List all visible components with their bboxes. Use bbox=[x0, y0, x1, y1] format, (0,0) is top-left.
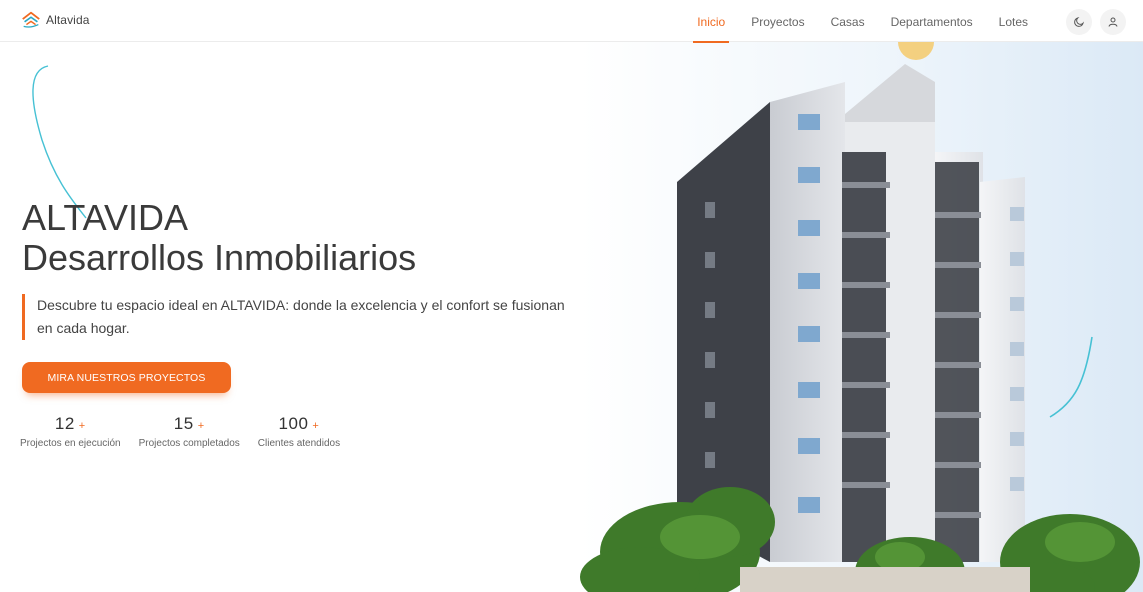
nav-item-departamentos[interactable]: Departamentos bbox=[878, 0, 986, 42]
nav-item-inicio[interactable]: Inicio bbox=[684, 0, 738, 43]
brand-name: Altavida bbox=[46, 13, 90, 27]
hero-title: ALTAVIDA Desarrollos Inmobiliarios bbox=[22, 198, 416, 278]
house-roof-icon bbox=[22, 11, 40, 28]
user-icon bbox=[1108, 17, 1118, 27]
main-nav: Inicio Proyectos Casas Departamentos Lot… bbox=[684, 0, 1041, 43]
nav-item-proyectos[interactable]: Proyectos bbox=[738, 0, 817, 42]
hero-title-line1: ALTAVIDA bbox=[22, 197, 189, 238]
stat-label: Projectos completados bbox=[138, 438, 240, 449]
top-navbar: Altavida Inicio Proyectos Casas Departam… bbox=[0, 0, 1143, 43]
hero-description: Descubre tu espacio ideal en ALTAVIDA: d… bbox=[22, 294, 582, 340]
stats-row: 12 + Projectos en ejecución 15 + Projectos… bbox=[20, 414, 358, 449]
see-projects-button[interactable]: MIRA NUESTROS PROYECTOS bbox=[22, 362, 231, 393]
stat-value: 15 bbox=[173, 414, 194, 433]
nav-item-lotes[interactable]: Lotes bbox=[986, 0, 1041, 42]
stat-item: 100 + Clientes atendidos bbox=[258, 414, 340, 449]
stat-plus: + bbox=[78, 420, 86, 432]
nav-item-casas[interactable]: Casas bbox=[818, 0, 878, 42]
hero-building-image bbox=[580, 42, 1143, 592]
stat-value: 100 bbox=[278, 414, 309, 433]
stat-item: 12 + Projectos en ejecución bbox=[20, 414, 121, 449]
stat-value: 12 bbox=[54, 414, 75, 433]
stat-plus: + bbox=[197, 420, 205, 432]
moon-icon bbox=[1074, 16, 1085, 27]
hero-title-line2: Desarrollos Inmobiliarios bbox=[22, 237, 417, 278]
stat-label: Projectos en ejecución bbox=[20, 438, 121, 449]
stat-item: 15 + Projectos completados bbox=[139, 414, 240, 449]
user-account-button[interactable] bbox=[1100, 9, 1126, 35]
stat-plus: + bbox=[312, 420, 320, 432]
building-illustration bbox=[580, 42, 1143, 592]
stat-label: Clientes atendidos bbox=[257, 438, 341, 449]
brand-logo[interactable]: Altavida bbox=[20, 9, 90, 31]
theme-toggle-button[interactable] bbox=[1066, 9, 1092, 35]
